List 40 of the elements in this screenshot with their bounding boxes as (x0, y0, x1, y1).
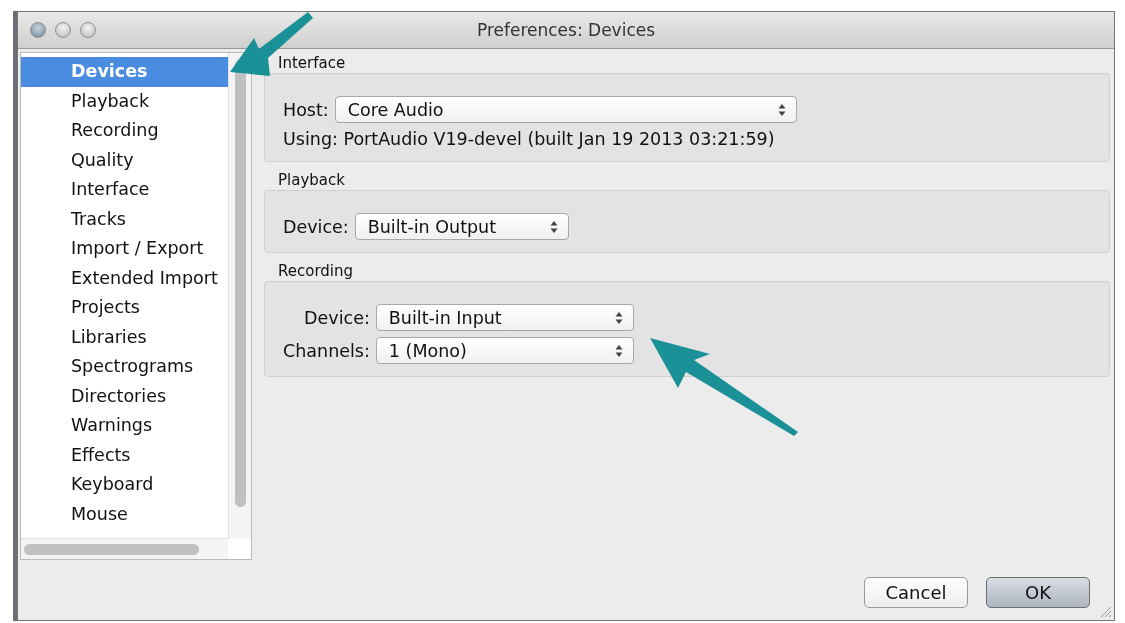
sidebar-item[interactable]: Effects (21, 440, 228, 470)
sidebar-item[interactable]: Keyboard (21, 470, 228, 500)
sidebar-item[interactable]: Mouse (21, 499, 228, 529)
field-label: Host: (283, 99, 329, 120)
sidebar-item[interactable]: Libraries (21, 322, 228, 352)
sidebar-item[interactable]: Playback (21, 86, 228, 116)
sidebar-item[interactable]: Extended Import (21, 263, 228, 293)
dropdown[interactable]: Built-in Input (375, 304, 634, 331)
sidebar-item[interactable]: Import / Export (21, 234, 228, 264)
group-title: Interface (277, 53, 346, 73)
resize-grip-icon[interactable] (1098, 604, 1112, 618)
updown-icon (614, 310, 623, 325)
field-label: Channels: (283, 340, 370, 361)
dropdown[interactable]: Core Audio (334, 96, 797, 123)
updown-icon (549, 219, 558, 234)
updown-icon (777, 102, 786, 117)
dropdown[interactable]: Built-in Output (354, 213, 569, 240)
horizontal-scrollbar[interactable] (21, 538, 228, 559)
close-button[interactable] (30, 22, 46, 38)
sidebar-item[interactable]: Recording (21, 116, 228, 146)
minimize-button[interactable] (55, 22, 71, 38)
field-label: Device: (283, 216, 349, 237)
sidebar-item[interactable]: Tracks (21, 204, 228, 234)
sidebar-item[interactable]: Warnings (21, 411, 228, 441)
sidebar-item[interactable]: Quality (21, 145, 228, 175)
vertical-scrollbar[interactable] (228, 53, 251, 539)
field-label: Device: (304, 307, 370, 328)
window-title: Preferences: Devices (476, 20, 656, 40)
sidebar-item[interactable]: Projects (21, 293, 228, 323)
updown-icon (614, 343, 623, 358)
zoom-button[interactable] (80, 22, 96, 38)
info-text: Using: PortAudio V19-devel (built Jan 19 2013 03:21:59) (283, 129, 776, 149)
sidebar-item[interactable]: Spectrograms (21, 352, 228, 382)
cancel-button[interactable]: Cancel (864, 577, 968, 608)
sidebar-item[interactable]: Directories (21, 381, 228, 411)
ok-button[interactable]: OK (986, 577, 1090, 608)
sidebar-item[interactable]: Interface (21, 175, 228, 205)
group-title: Playback (277, 170, 345, 190)
dropdown[interactable]: 1 (Mono) (375, 337, 634, 364)
group-title: Recording (277, 261, 354, 281)
